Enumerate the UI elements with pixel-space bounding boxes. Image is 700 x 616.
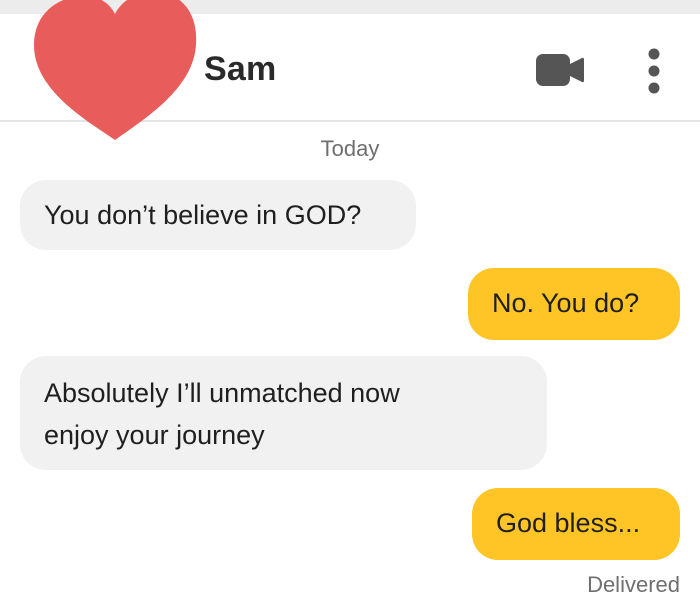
message-text-line: Absolutely I’ll unmatched now bbox=[44, 378, 400, 408]
outgoing-message-bubble[interactable]: God bless... bbox=[472, 488, 680, 560]
chat-screen: Sam Today You don’t believe in GOD? No. … bbox=[0, 0, 700, 616]
date-separator: Today bbox=[320, 136, 380, 161]
message-text-line: You don’t believe in GOD? bbox=[44, 200, 362, 230]
outgoing-message-bubble[interactable]: No. You do? bbox=[468, 268, 680, 340]
contact-name[interactable]: Sam bbox=[204, 50, 276, 89]
incoming-message-bubble[interactable]: Absolutely I’ll unmatched now enjoy your… bbox=[20, 356, 547, 470]
message-text-line: God bless... bbox=[496, 508, 641, 538]
delivery-status: Delivered bbox=[587, 572, 680, 597]
video-camera-icon[interactable] bbox=[534, 52, 586, 88]
message-text-line: No. You do? bbox=[492, 288, 640, 318]
chat-header: Sam bbox=[0, 0, 700, 140]
message-text-line: enjoy your journey bbox=[44, 420, 265, 450]
incoming-message-bubble[interactable]: You don’t believe in GOD? bbox=[20, 180, 416, 250]
avatar-heart-icon[interactable] bbox=[26, 0, 204, 148]
more-vertical-icon[interactable] bbox=[640, 46, 668, 96]
